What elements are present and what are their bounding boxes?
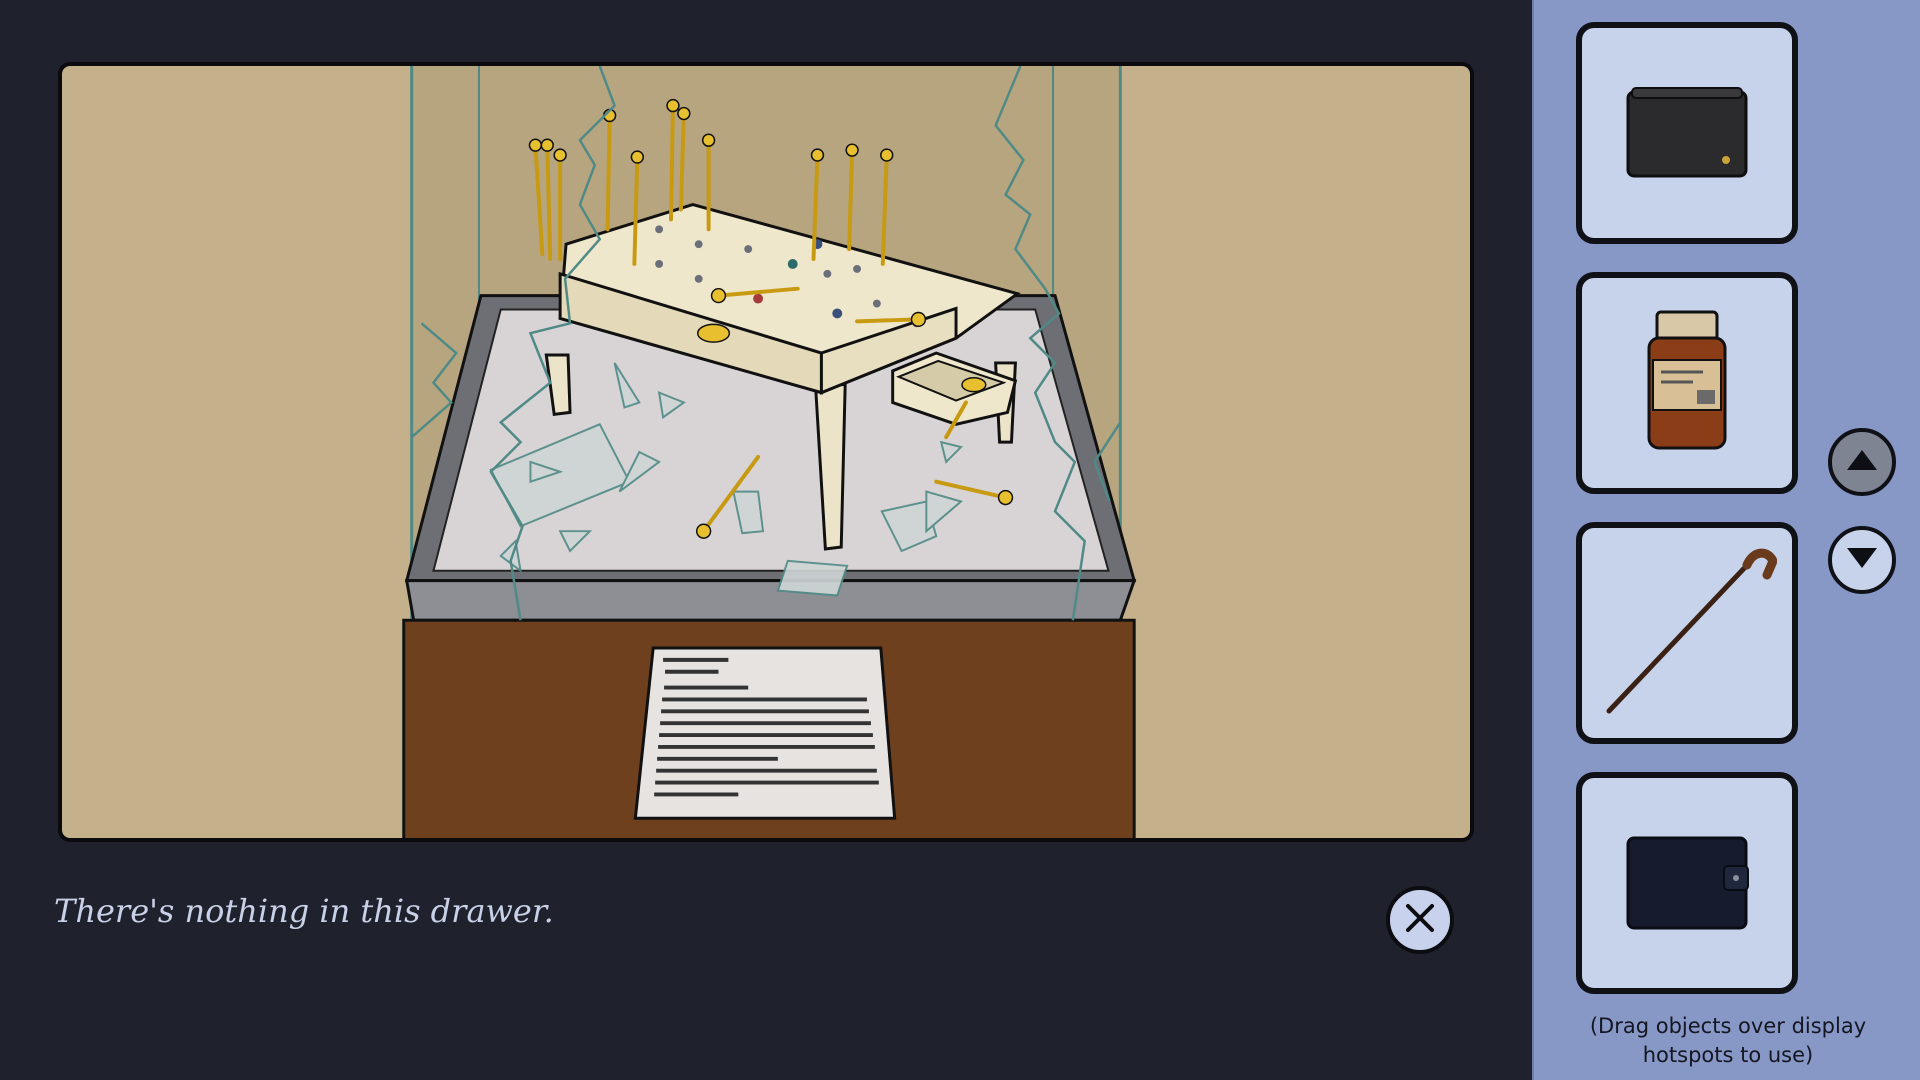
dialogue-message: There's nothing in this drawer. xyxy=(54,892,554,930)
triangle-up-icon xyxy=(1845,448,1879,476)
scroll-up-button[interactable] xyxy=(1828,428,1896,496)
wallet-icon xyxy=(1622,76,1752,190)
close-x-icon xyxy=(1402,900,1438,940)
scroll-down-button[interactable] xyxy=(1828,526,1896,594)
display-case-scene[interactable] xyxy=(58,62,1474,842)
inventory-slot-navy-wallet[interactable] xyxy=(1576,772,1798,994)
pill-bottle-icon xyxy=(1637,306,1737,460)
inventory-hint: (Drag objects over display hotspots to u… xyxy=(1589,1014,1867,1067)
inventory-slot-black-wallet[interactable] xyxy=(1576,22,1798,244)
close-button[interactable] xyxy=(1386,886,1454,954)
triangle-down-icon xyxy=(1845,546,1879,574)
inventory-slot-medicine-bottle[interactable] xyxy=(1576,272,1798,494)
inventory-sidebar: (Drag objects over display hotspots to u… xyxy=(1532,0,1920,1080)
cane-icon xyxy=(1597,541,1778,725)
wallet-clasp-icon xyxy=(1622,826,1752,940)
inventory-slot-walking-cane[interactable] xyxy=(1576,522,1798,744)
